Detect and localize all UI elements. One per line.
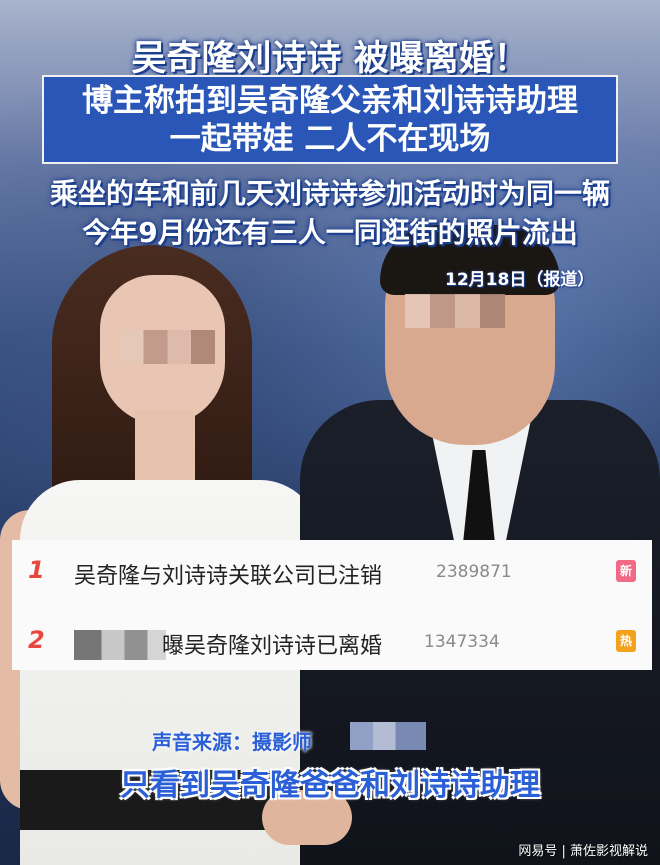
hot-search-panel: 1 吴奇隆与刘诗诗关联公司已注销 2389871 新 2 曝吴奇隆刘诗诗已离婚 … [12,540,652,670]
hot-search-item[interactable]: 2 曝吴奇隆刘诗诗已离婚 1347334 热 [12,612,652,674]
face-mosaic-man [405,294,505,328]
headline-box-line2: 一起带娃 二人不在现场 [169,121,491,157]
face-mosaic-woman [120,330,215,364]
headline-box: 博主称拍到吴奇隆父亲和刘诗诗助理 一起带娃 二人不在现场 [42,75,618,164]
hot-search-title: 曝吴奇隆刘诗诗已离婚 [162,634,383,659]
headline-box-line1: 博主称拍到吴奇隆父亲和刘诗诗助理 [82,83,578,119]
report-date: 12月18日（报道） [445,270,595,290]
hot-search-rank: 2 [28,626,45,654]
hot-search-title: 吴奇隆与刘诗诗关联公司已注销 [74,564,383,589]
caption-source: 声音来源：摄影师 [152,730,312,754]
subheadline-line1: 乘坐的车和前几天刘诗诗参加活动时为同一辆 [49,177,610,210]
new-badge-icon: 新 [616,560,636,582]
subheadline-line2: 今年9月份还有三人一同逛街的照片流出 [82,216,578,249]
hot-search-item[interactable]: 1 吴奇隆与刘诗诗关联公司已注销 2389871 新 [12,542,652,604]
blurred-source-name [74,630,166,660]
hot-search-count: 2389871 [436,562,512,582]
blurred-photographer-name [350,722,426,750]
headline-title: 吴奇隆刘诗诗 被曝离婚！ [131,39,529,79]
caption-main: 只看到吴奇隆爸爸和刘诗诗助理 [120,768,540,803]
watermark: 网易号 | 萧佐影视解说 [518,844,648,859]
hot-search-rank: 1 [28,556,45,584]
hot-badge-icon: 热 [616,630,636,652]
hot-search-count: 1347334 [424,632,500,652]
